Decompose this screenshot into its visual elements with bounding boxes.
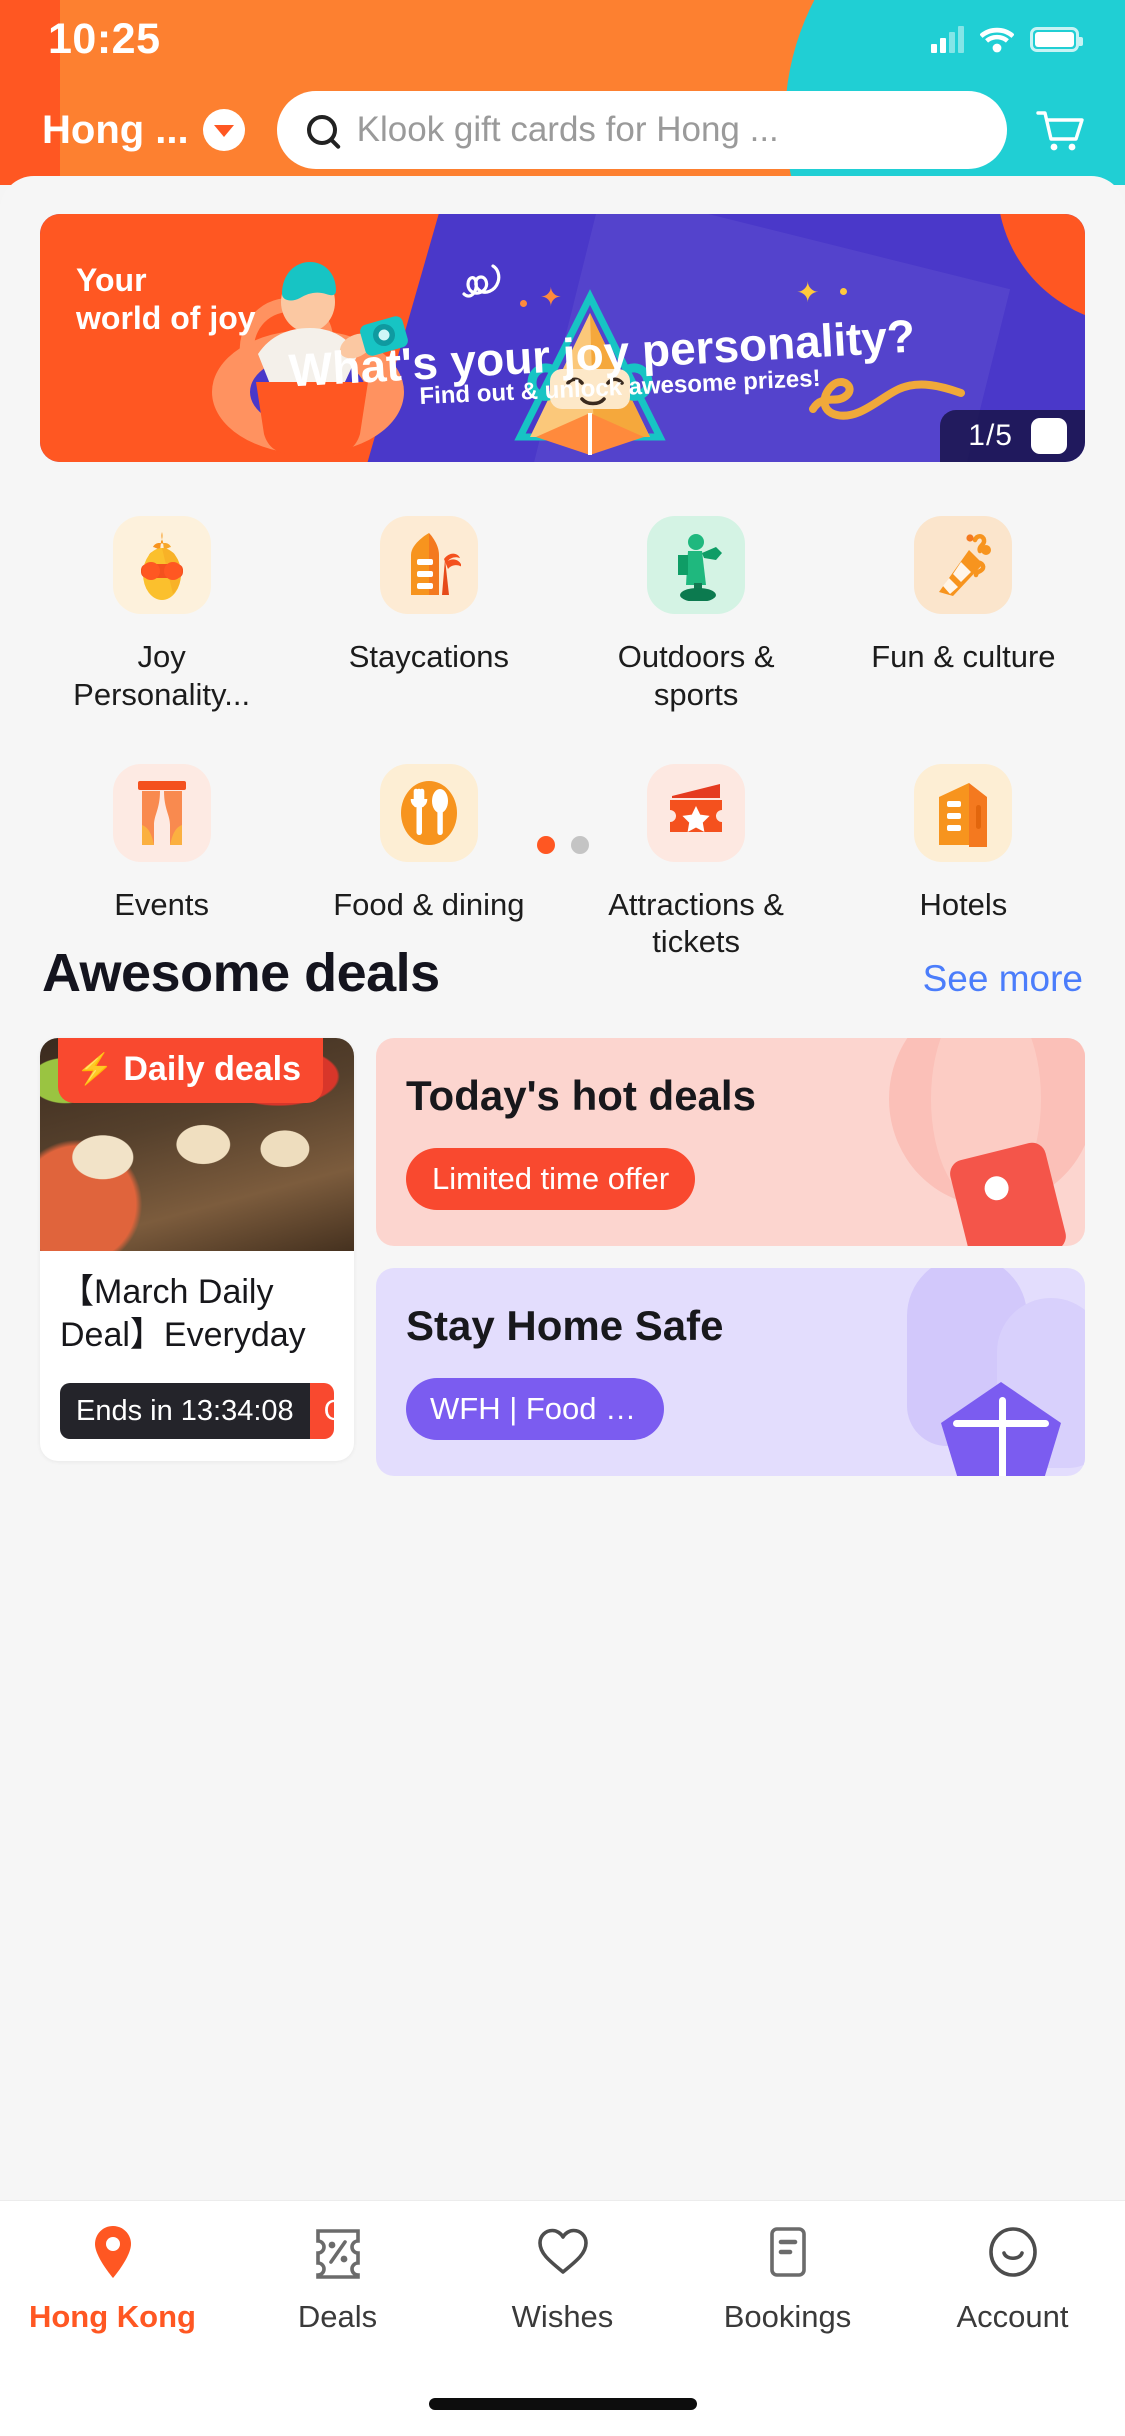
discount-ticket-icon bbox=[313, 2223, 363, 2281]
tab-deals[interactable]: Deals bbox=[225, 2223, 450, 2335]
resort-building-palm-icon bbox=[379, 516, 478, 614]
battery-icon bbox=[1030, 26, 1083, 52]
hero-page-count: 1/5 bbox=[968, 419, 1013, 452]
go-button-label: Go bbox=[324, 1395, 334, 1428]
status-clock: 10:25 bbox=[48, 14, 161, 63]
category-item-fun-culture[interactable]: Fun & culture bbox=[830, 494, 1097, 714]
search-input[interactable]: Klook gift cards for Hong ... bbox=[276, 91, 1007, 169]
deals-column-left: ⚡ Daily deals 【March Daily Deal】Everyday… bbox=[40, 1038, 354, 1476]
tab-hong-kong[interactable]: Hong Kong bbox=[0, 2223, 225, 2335]
tab-wishes[interactable]: Wishes bbox=[450, 2223, 675, 2335]
hiker-telescope-icon bbox=[647, 516, 746, 614]
hot-deals-title: Today's hot deals bbox=[406, 1072, 756, 1119]
stay-home-title: Stay Home Safe bbox=[406, 1302, 724, 1349]
hero-pagination[interactable]: 1/5 bbox=[940, 410, 1085, 462]
go-button[interactable]: Go › bbox=[309, 1383, 334, 1439]
wifi-icon bbox=[979, 26, 1015, 53]
chevron-down-icon[interactable] bbox=[202, 109, 245, 151]
category-row-1: Joy Personality... Staycations Outdoors … bbox=[28, 494, 1097, 714]
category-label: Joy Personality... bbox=[73, 639, 251, 712]
category-grid: Joy Personality... Staycations Outdoors … bbox=[0, 476, 1125, 961]
status-icons bbox=[931, 25, 1083, 53]
tab-label: Deals bbox=[297, 2299, 378, 2334]
category-label: Outdoors & sports bbox=[617, 639, 775, 712]
todays-hot-deals-card[interactable]: Today's hot deals Limited time offer bbox=[376, 1038, 1085, 1246]
daily-deals-badge: ⚡ Daily deals bbox=[58, 1038, 324, 1103]
category-label: Staycations bbox=[348, 639, 509, 674]
page-title: Awesome deals bbox=[42, 943, 440, 1003]
category-label: Food & dining bbox=[333, 886, 525, 922]
carousel-dot[interactable] bbox=[570, 836, 589, 854]
app-screen: 10:25 Hong ... Klook gift cards for Hong… bbox=[0, 0, 1125, 2436]
awesome-deals-header: Awesome deals See more bbox=[0, 942, 1125, 1004]
category-label: Hotels bbox=[919, 886, 1008, 922]
daily-deal-photo: ⚡ Daily deals bbox=[40, 1038, 354, 1251]
sparkle-icon-b: ✦ bbox=[796, 277, 820, 308]
tab-list: Hong Kong Deals Wishes Bookings Account bbox=[0, 2201, 1125, 2335]
home-indicator[interactable] bbox=[428, 2398, 697, 2410]
daily-deal-card[interactable]: ⚡ Daily deals 【March Daily Deal】Everyday… bbox=[40, 1038, 354, 1461]
tab-label: Hong Kong bbox=[28, 2299, 196, 2334]
smiley-face-icon bbox=[987, 2223, 1039, 2281]
signal-bars-icon bbox=[931, 25, 964, 53]
countdown-timer: Ends in 13:34:08 bbox=[60, 1383, 310, 1439]
location-pin-icon bbox=[91, 2223, 135, 2281]
app-header: 10:25 Hong ... Klook gift cards for Hong… bbox=[0, 0, 1125, 185]
hero-pager-square-icon[interactable] bbox=[1031, 418, 1067, 454]
dot-decor-b bbox=[840, 288, 847, 295]
stay-home-safe-card[interactable]: Stay Home Safe WFH | Food & Dini... bbox=[376, 1268, 1085, 1476]
category-item-staycations[interactable]: Staycations bbox=[295, 494, 562, 714]
see-more-link[interactable]: See more bbox=[923, 958, 1083, 1000]
limited-time-offer-badge: Limited time offer bbox=[406, 1148, 696, 1210]
daily-deal-body: 【March Daily Deal】Everyday at 9pm Best..… bbox=[40, 1251, 354, 1461]
header-row: Hong ... Klook gift cards for Hong ... bbox=[0, 82, 1125, 178]
content-sheet: ✦ ✦ Your world of joy What's your joy pe… bbox=[0, 176, 1125, 2236]
search-placeholder: Klook gift cards for Hong ... bbox=[356, 110, 779, 149]
category-carousel-dots[interactable] bbox=[0, 836, 1125, 854]
tab-label: Bookings bbox=[723, 2299, 852, 2334]
deals-grid: ⚡ Daily deals 【March Daily Deal】Everyday… bbox=[40, 1038, 1085, 1476]
location-selector[interactable]: Hong ... bbox=[42, 108, 245, 153]
daily-deal-timer-row[interactable]: Ends in 13:34:08 Go › bbox=[60, 1383, 334, 1439]
pineapple-sunglasses-icon bbox=[112, 516, 211, 614]
location-label: Hong ... bbox=[42, 107, 189, 152]
hero-banner-carousel[interactable]: ✦ ✦ Your world of joy What's your joy pe… bbox=[40, 214, 1085, 462]
bottom-tab-bar: Hong Kong Deals Wishes Bookings Account bbox=[0, 2200, 1125, 2436]
tab-account[interactable]: Account bbox=[900, 2223, 1125, 2335]
tab-bookings[interactable]: Bookings bbox=[675, 2223, 900, 2335]
party-popper-icon bbox=[914, 516, 1013, 614]
lightning-bolt-icon: ⚡ bbox=[76, 1052, 114, 1086]
category-label: Fun & culture bbox=[871, 639, 1056, 674]
tab-label: Account bbox=[956, 2299, 1069, 2334]
daily-deals-badge-label: Daily deals bbox=[123, 1050, 302, 1088]
heart-icon bbox=[536, 2223, 590, 2281]
tab-label: Wishes bbox=[511, 2299, 614, 2334]
shopping-cart-icon[interactable] bbox=[1029, 100, 1089, 160]
category-item-outdoors-sports[interactable]: Outdoors & sports bbox=[563, 494, 830, 714]
booking-list-icon bbox=[766, 2223, 810, 2281]
stay-home-tag-badge: WFH | Food & Dini... bbox=[406, 1378, 664, 1440]
hero-kicker: Your world of joy bbox=[76, 262, 256, 336]
daily-deal-title: 【March Daily Deal】Everyday at 9pm Best..… bbox=[60, 1273, 306, 1361]
category-item-joy-personality[interactable]: Joy Personality... bbox=[28, 494, 295, 714]
carousel-dot-active[interactable] bbox=[536, 836, 555, 854]
category-label: Events bbox=[114, 886, 210, 922]
deals-column-right: Today's hot deals Limited time offer Sta… bbox=[376, 1038, 1085, 1476]
search-icon bbox=[306, 115, 337, 145]
status-bar: 10:25 bbox=[0, 0, 1125, 78]
